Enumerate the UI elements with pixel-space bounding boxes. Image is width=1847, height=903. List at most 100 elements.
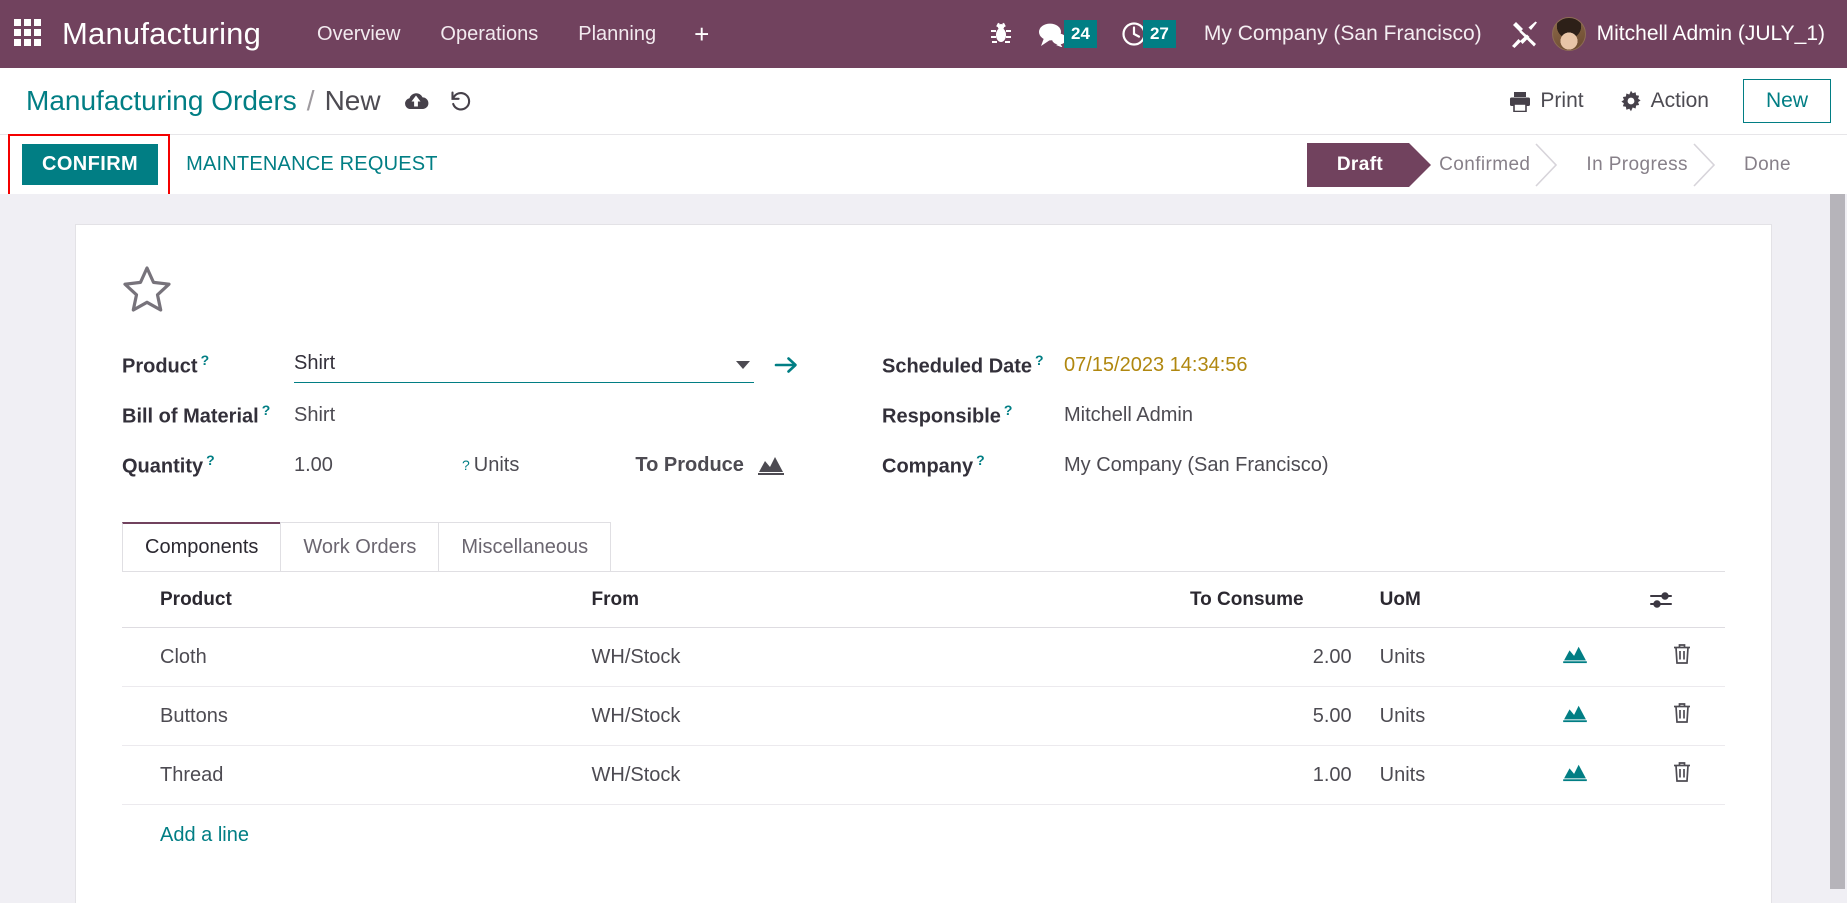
app-brand-title[interactable]: Manufacturing <box>62 16 261 52</box>
field-responsible: Responsible? Mitchell Admin <box>882 390 1725 440</box>
table-row[interactable]: Cloth WH/Stock 2.00 Units <box>122 627 1725 687</box>
quantity-help-icon[interactable]: ? <box>206 452 215 468</box>
row-uom[interactable]: Units <box>1361 745 1512 805</box>
bom-help-icon[interactable]: ? <box>262 402 271 418</box>
confirm-button[interactable]: Confirm <box>22 143 159 185</box>
company-help-icon[interactable]: ? <box>976 452 985 468</box>
row-product[interactable]: Cloth <box>122 627 582 687</box>
stage-draft[interactable]: Draft <box>1306 142 1432 187</box>
row-product[interactable]: Thread <box>122 745 582 805</box>
print-button[interactable]: Print <box>1495 82 1597 120</box>
bom-value[interactable]: Shirt <box>294 404 335 427</box>
add-menu-button[interactable]: + <box>680 17 723 51</box>
product-help-icon[interactable]: ? <box>201 352 210 368</box>
area-chart-icon[interactable] <box>757 454 784 476</box>
responsible-help-icon[interactable]: ? <box>1004 402 1013 418</box>
row-from[interactable]: WH/Stock <box>581 745 1180 805</box>
trash-icon[interactable] <box>1672 702 1692 724</box>
control-panel-top: Manufacturing Orders / New Print Action … <box>0 68 1847 134</box>
table-row[interactable]: Thread WH/Stock 1.00 Units <box>122 745 1725 805</box>
stage-confirmed[interactable]: Confirmed <box>1409 142 1558 187</box>
optional-columns-button[interactable] <box>1639 572 1725 628</box>
breadcrumb-root[interactable]: Manufacturing Orders <box>26 85 297 117</box>
field-company: Company? My Company (San Francisco) <box>882 440 1725 490</box>
area-chart-icon[interactable] <box>1563 644 1588 664</box>
stage-confirmed-label: Confirmed <box>1439 153 1531 175</box>
tab-work-orders[interactable]: Work Orders <box>280 522 440 571</box>
star-outline-icon[interactable] <box>122 265 172 313</box>
uom-help-icon[interactable]: ? <box>462 457 470 473</box>
header-from[interactable]: From <box>581 572 1180 628</box>
field-scheduled-date: Scheduled Date? 07/15/2023 14:34:56 <box>882 340 1725 390</box>
stage-in-progress[interactable]: In Progress <box>1556 142 1716 187</box>
trash-icon[interactable] <box>1672 643 1692 665</box>
row-uom[interactable]: Units <box>1361 627 1512 687</box>
scrollbar-thumb[interactable] <box>1830 194 1845 889</box>
stage-confirmed-chevron <box>1535 142 1558 187</box>
field-quantity: Quantity? 1.00 ? Units To Produce <box>122 440 822 490</box>
tab-miscellaneous[interactable]: Miscellaneous <box>438 522 612 571</box>
vertical-scrollbar[interactable] <box>1828 194 1847 903</box>
stage-done[interactable]: Done <box>1714 143 1817 187</box>
row-to-consume[interactable]: 1.00 <box>1179 745 1362 805</box>
product-label-wrap: Product? <box>122 352 294 379</box>
breadcrumb-separator: / <box>306 85 315 116</box>
user-menu[interactable]: Mitchell Admin (JULY_1) <box>1597 22 1829 46</box>
row-delete-cell <box>1639 686 1725 746</box>
cloud-upload-icon[interactable] <box>403 90 429 112</box>
responsible-label-wrap: Responsible? <box>882 402 1064 429</box>
action-button[interactable]: Action <box>1606 82 1723 120</box>
stage-in-progress-label: In Progress <box>1586 153 1688 175</box>
tab-components[interactable]: Components <box>122 522 282 571</box>
internal-link-icon[interactable] <box>774 354 800 376</box>
menu-item-overview[interactable]: Overview <box>301 15 416 54</box>
area-chart-icon[interactable] <box>1563 703 1588 723</box>
notebook: Components Work Orders Miscellaneous Pro… <box>122 522 1725 866</box>
quantity-uom-value: Units <box>473 453 520 476</box>
row-from[interactable]: WH/Stock <box>581 627 1180 687</box>
wrench-screwdriver-icon[interactable] <box>1498 19 1552 49</box>
row-product[interactable]: Buttons <box>122 686 582 746</box>
maintenance-request-button[interactable]: Maintenance Request <box>174 144 450 185</box>
area-chart-icon[interactable] <box>1563 762 1588 782</box>
chevron-down-icon[interactable] <box>736 360 750 369</box>
add-a-line-button[interactable]: Add a line <box>122 805 259 866</box>
user-avatar[interactable] <box>1551 17 1586 51</box>
new-button[interactable]: New <box>1742 79 1831 123</box>
header-spacer <box>1511 572 1640 628</box>
components-table: Product From To Consume UoM Cloth WH/Sto… <box>122 572 1725 805</box>
header-uom[interactable]: UoM <box>1361 572 1512 628</box>
components-table-head: Product From To Consume UoM <box>122 572 1725 628</box>
control-panel: Manufacturing Orders / New Print Action … <box>0 68 1847 196</box>
scheduled-date-value[interactable]: 07/15/2023 14:34:56 <box>1064 354 1248 377</box>
row-delete-cell <box>1639 627 1725 687</box>
header-to-consume[interactable]: To Consume <box>1179 572 1362 628</box>
menu-item-planning[interactable]: Planning <box>562 15 672 54</box>
product-combo <box>294 347 754 383</box>
scheduled-date-help-icon[interactable]: ? <box>1035 352 1044 368</box>
trash-icon[interactable] <box>1672 761 1692 783</box>
row-to-consume[interactable]: 5.00 <box>1179 686 1362 746</box>
quantity-value[interactable]: 1.00 <box>294 454 462 477</box>
row-uom[interactable]: Units <box>1361 686 1512 746</box>
action-label: Action <box>1650 89 1709 112</box>
row-from[interactable]: WH/Stock <box>581 686 1180 746</box>
sliders-icon <box>1649 590 1715 610</box>
to-produce-label: To Produce <box>635 453 744 476</box>
undo-icon[interactable] <box>449 89 473 113</box>
company-value[interactable]: My Company (San Francisco) <box>1064 454 1329 477</box>
confirm-button-highlight: Confirm <box>8 133 171 196</box>
apps-grid-icon[interactable] <box>14 19 44 49</box>
row-to-consume[interactable]: 2.00 <box>1179 627 1362 687</box>
messages-button[interactable]: 24 <box>1024 20 1109 48</box>
table-row[interactable]: Buttons WH/Stock 5.00 Units <box>122 686 1725 746</box>
activities-count-badge: 27 <box>1142 20 1176 48</box>
header-product[interactable]: Product <box>122 572 582 628</box>
menu-item-operations[interactable]: Operations <box>424 15 554 54</box>
responsible-value[interactable]: Mitchell Admin <box>1064 404 1193 427</box>
company-switcher[interactable]: My Company (San Francisco) <box>1188 22 1498 46</box>
row-delete-cell <box>1639 745 1725 805</box>
product-input[interactable] <box>294 347 728 382</box>
bug-icon[interactable] <box>978 22 1024 46</box>
activities-button[interactable]: 27 <box>1109 20 1188 48</box>
